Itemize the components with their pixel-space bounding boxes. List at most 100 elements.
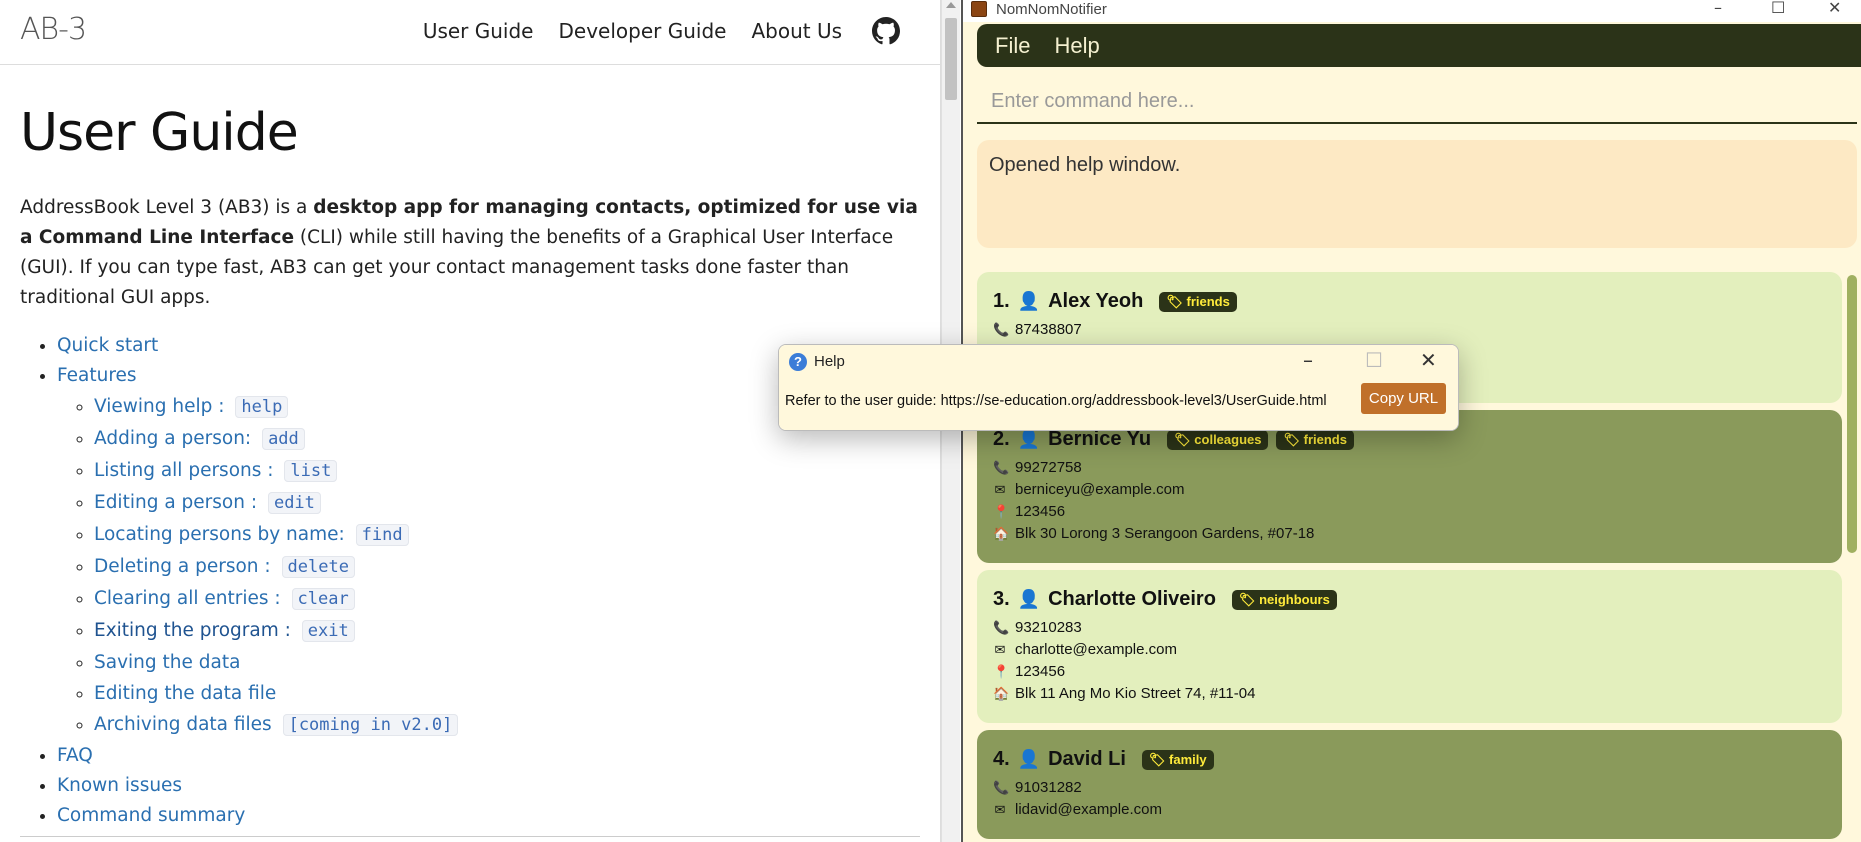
code-chip[interactable]: delete (281, 556, 355, 578)
tag-icon: 🏷 (1283, 431, 1300, 447)
toc-link-editing-data-file[interactable]: Editing the data file (94, 683, 276, 704)
scrollbar-thumb[interactable] (945, 18, 957, 100)
question-icon: ? (789, 353, 807, 371)
postal-field: 📍 123456 (993, 501, 1826, 523)
menu-help[interactable]: Help (1054, 33, 1099, 59)
toc-link-locating-persons[interactable]: Locating persons by name: (94, 524, 351, 545)
help-dialog: ? Help – ☐ ✕ Refer to the user guide: ht… (778, 344, 1459, 431)
tag-badge: 🏷 colleagues (1167, 429, 1269, 450)
toc-subitem: Saving the data (94, 647, 920, 678)
postal-field: 📍 123456 (993, 661, 1826, 683)
toc-item: FAQ (57, 741, 920, 771)
person-name: Alex Yeoh (1048, 290, 1144, 312)
copy-url-button[interactable]: Copy URL (1361, 383, 1446, 414)
help-titlebar: ? Help – ☐ ✕ (779, 345, 1458, 379)
intro-paragraph: AddressBook Level 3 (AB3) is a desktop a… (20, 197, 918, 308)
toc-link-quick-start[interactable]: Quick start (57, 335, 158, 356)
toc-link-editing-person[interactable]: Editing a person : (94, 492, 263, 513)
toc-link-faq[interactable]: FAQ (57, 745, 93, 766)
result-display: Opened help window. (977, 140, 1857, 248)
toc-item: Command summary (57, 801, 920, 831)
close-icon[interactable]: ✕ (1828, 0, 1841, 17)
toc-subitem: Editing the data file (94, 678, 920, 709)
close-icon[interactable]: ✕ (1420, 348, 1437, 372)
app-logo-icon (971, 1, 987, 17)
person-card[interactable]: 4. 👤 David Li 🏷 family 📞 91031282 ✉ lidavi… (977, 730, 1842, 839)
maximize-icon[interactable]: ☐ (1771, 0, 1785, 17)
help-message: Refer to the user guide: https://se-educ… (785, 393, 1327, 409)
command-input[interactable] (977, 80, 1857, 124)
toc-link-features[interactable]: Features (57, 365, 137, 386)
person-name: Bernice Yu (1048, 428, 1152, 450)
help-title: Help (814, 353, 845, 370)
card-index: 3. (993, 588, 1010, 610)
phone-field: 📞 93210283 (993, 617, 1826, 639)
toc-item: Known issues (57, 771, 920, 801)
toc-link-adding-person[interactable]: Adding a person: (94, 428, 257, 449)
page-title: User Guide (20, 103, 299, 163)
tag-badge: 🏷 neighbours (1231, 589, 1337, 610)
person-icon: 👤 (1017, 429, 1041, 449)
home-icon: 🏠 (993, 526, 1010, 541)
toc-subitem: Archiving data files [coming in v2.0] (94, 709, 920, 741)
toc-link-exiting-program[interactable]: Exiting the program : (94, 620, 297, 641)
tag-badge: 🏷 family (1141, 749, 1214, 770)
home-icon: 🏠 (993, 686, 1010, 701)
email-icon: ✉ (994, 642, 1006, 657)
address-field: 🏠 Blk 30 Lorong 3 Serangoon Gardens, #07-… (993, 523, 1826, 545)
code-chip[interactable]: edit (267, 492, 321, 514)
person-list-scrollbar[interactable] (1847, 275, 1857, 553)
section-divider (20, 836, 920, 837)
minimize-icon[interactable]: – (1714, 0, 1722, 17)
code-chip[interactable]: clear (291, 588, 355, 610)
nav-user-guide[interactable]: User Guide (423, 19, 534, 43)
scroll-up-arrow-icon[interactable] (946, 2, 956, 8)
card-header: 4. 👤 David Li 🏷 family (993, 748, 1826, 771)
nav-developer-guide[interactable]: Developer Guide (559, 19, 727, 43)
toc-link-viewing-help[interactable]: Viewing help : (94, 396, 230, 417)
phone-icon: 📞 (993, 780, 1010, 795)
code-chip[interactable]: add (262, 428, 305, 450)
address-field: 🏠 Blk 11 Ang Mo Kio Street 74, #11-04 (993, 683, 1826, 705)
nav-about-us[interactable]: About Us (751, 19, 842, 43)
person-name: David Li (1048, 748, 1126, 770)
code-chip[interactable]: [coming in v2.0] (282, 714, 459, 736)
toc-subitem: Clearing all entries : clear (94, 583, 920, 615)
github-icon[interactable] (872, 17, 900, 45)
help-body: Refer to the user guide: https://se-educ… (779, 379, 1458, 430)
minimize-icon[interactable]: – (1303, 348, 1313, 372)
toc-link-saving-data[interactable]: Saving the data (94, 652, 240, 673)
toc-link-command-summary[interactable]: Command summary (57, 805, 245, 826)
email-field: ✉ lidavid@example.com (993, 799, 1826, 821)
code-chip[interactable]: list (284, 460, 338, 482)
email-icon: ✉ (994, 802, 1006, 817)
menu-bar: File Help (977, 24, 1861, 67)
code-chip[interactable]: find (355, 524, 409, 546)
app-titlebar: NomNomNotifier – ☐ ✕ (963, 0, 1861, 22)
toc-link-archiving-data[interactable]: Archiving data files (94, 714, 278, 735)
card-header: 2. 👤 Bernice Yu 🏷 colleagues 🏷 friends (993, 428, 1826, 451)
card-index: 4. (993, 748, 1010, 770)
person-icon: 👤 (1017, 589, 1041, 609)
code-chip[interactable]: help (235, 396, 289, 418)
person-card[interactable]: 3. 👤 Charlotte Oliveiro 🏷 neighbours 📞 93… (977, 570, 1842, 723)
tag-icon: 🏷 (1174, 431, 1191, 447)
person-card[interactable]: 2. 👤 Bernice Yu 🏷 colleagues 🏷 friends 📞… (977, 410, 1842, 563)
tag-icon: 🏷 (1148, 751, 1166, 767)
toc-link-listing-persons[interactable]: Listing all persons : (94, 460, 279, 481)
toc-link-known-issues[interactable]: Known issues (57, 775, 182, 796)
pin-icon: 📍 (993, 504, 1010, 519)
email-icon: ✉ (994, 482, 1006, 497)
code-chip[interactable]: exit (301, 620, 355, 642)
nav-links: User Guide Developer Guide About Us (423, 17, 900, 45)
person-icon: 👤 (1017, 291, 1041, 311)
menu-file[interactable]: File (995, 33, 1030, 59)
person-name: Charlotte Oliveiro (1048, 588, 1216, 610)
toc-subitem: Deleting a person : delete (94, 551, 920, 583)
toc-link-deleting-person[interactable]: Deleting a person : (94, 556, 277, 577)
toc-features-sublist: Viewing help : help Adding a person: add… (57, 391, 920, 741)
toc-link-clearing-entries[interactable]: Clearing all entries : (94, 588, 287, 609)
brand-link[interactable]: AB-3 (20, 12, 87, 47)
card-header: 3. 👤 Charlotte Oliveiro 🏷 neighbours (993, 588, 1826, 611)
toc-subitem: Editing a person : edit (94, 487, 920, 519)
